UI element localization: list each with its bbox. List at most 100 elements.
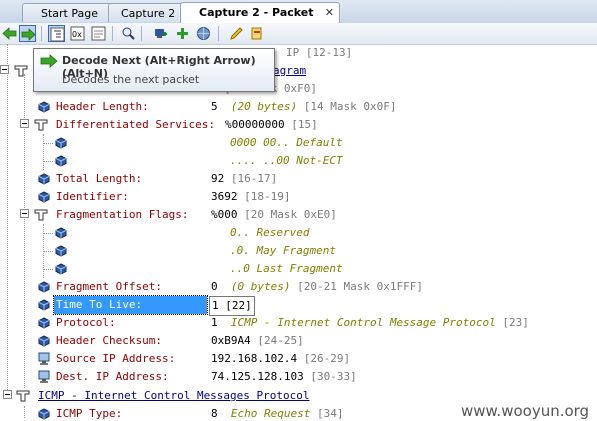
field-cube-icon [55,137,67,149]
toolbar-separator [141,26,142,41]
field-cube-icon [55,263,67,275]
field-label: Header Length: [56,100,149,113]
hex-icon: 0x [70,26,85,41]
field-label: agram [273,64,307,77]
tree-row-ds-ect[interactable]: .... ..00 Not-ECT [0,152,597,170]
tab-start-page[interactable]: Start Page [22,3,114,22]
toolbar: 0x [0,23,597,45]
field-value: 3692 [18-19] [211,190,291,203]
field-cube-icon [55,227,67,239]
tree-line [43,161,53,162]
decode-previous-button[interactable] [1,25,18,42]
field-cube-icon [38,299,50,311]
text-view-icon [91,26,106,41]
network-add-icon [155,29,167,38]
watermark: www.wooyun.org [461,402,590,420]
text-view-button[interactable] [90,25,107,42]
plus-icon [177,28,188,39]
tree-row-ds-default[interactable]: 0000 00.. Default [0,134,597,152]
decode-next-tooltip: Decode Next (Alt+Right Arrow)(Alt+N) Dec… [33,48,275,92]
toolbar-separator [112,26,113,41]
collapse-icon[interactable] [0,65,9,74]
decode-next-button[interactable] [19,25,36,42]
tree-row-identifier[interactable]: Identifier: 3692 [18-19] [0,188,597,206]
add-node-button[interactable] [152,25,169,42]
tab-label: Start Page [41,7,98,20]
tree-row-header-checksum[interactable]: Header Checksum: 0xB9A4 [24-25] [0,332,597,350]
add-peer-button[interactable] [174,25,191,42]
tree-row-fragment-offset[interactable]: Fragment Offset: 0 (0 bytes) [20-21 Mask… [0,278,597,296]
field-cube-icon [38,408,50,420]
field-label: Identifier: [56,190,129,203]
tree-row-total-length[interactable]: Total Length: 92 [16-17] [0,170,597,188]
collapse-icon[interactable] [20,209,29,218]
notes-button[interactable] [248,25,265,42]
tree-row-header-length[interactable]: Header Length: 5 (20 bytes) [14 Mask 0x0… [0,98,597,116]
field-label: ICMP Type: [56,407,123,420]
field-value: 92 [16-17] [211,172,278,185]
flags-group-icon [34,119,48,131]
tree-row-dest-ip[interactable]: Dest. IP Address: 74.125.128.103 [30-33] [0,368,597,386]
protocol-header-icon [14,65,28,77]
tree-line [43,251,53,252]
field-label: Differentiated Services: [56,118,215,131]
toolbar-separator [218,26,219,41]
field-value: IP [12-13] [286,46,353,59]
field-cube-icon [38,317,50,329]
tab-bar: Start Page Capture 2 Capture 2 - Packet … [0,0,597,38]
hex-view-button[interactable]: 0x [69,25,86,42]
field-cube-icon [38,191,50,203]
field-label: Protocol: [56,316,116,329]
svg-text:0x: 0x [72,30,82,39]
arrow-left-icon [2,27,17,40]
find-button[interactable] [120,25,137,42]
tree-row-ff-may-fragment[interactable]: .0. May Fragment [0,242,597,260]
field-label: Dest. IP Address: [56,370,169,383]
tab-capture-2[interactable]: Capture 2 [108,3,186,22]
field-value: 1 ICMP - Internet Control Message Protoc… [211,316,529,329]
tree-view-icon [50,27,65,42]
tree-row-ff-last-fragment[interactable]: ..0 Last Fragment [0,260,597,278]
tree-row-ff-reserved[interactable]: 0.. Reserved [0,224,597,242]
arrow-right-icon [21,28,36,41]
tree-row-source-ip[interactable]: Source IP Address: 192.168.102.4 [26-29] [0,350,597,368]
field-value: %00000000 [15] [225,118,318,131]
field-label: Fragment Offset: [56,280,162,293]
tab-label: Capture 2 [121,7,176,20]
note-icon [251,27,262,40]
field-cube-icon [38,335,50,347]
tree-line [43,269,53,270]
field-value: 74.125.128.103 [30-33] [211,370,357,383]
field-value: 0 (0 bytes) [20-21 Mask 0x1FFF] [211,280,423,293]
collapse-icon[interactable] [3,390,12,399]
field-label: Source IP Address: [56,352,176,365]
computer-icon [38,352,50,365]
field-value: .... ..00 Not-ECT [230,154,343,167]
tree-row-protocol[interactable]: Protocol: 1 ICMP - Internet Control Mess… [0,314,597,332]
tree-row-differentiated-services[interactable]: Differentiated Services: %00000000 [15] [0,116,597,134]
network-button[interactable] [195,25,212,42]
tree-row-fragmentation-flags[interactable]: Fragmentation Flags: %000 [20 Mask 0xE0] [0,206,597,224]
field-label-selected: Time To Live: [53,295,208,315]
tab-packet-22[interactable]: Capture 2 - Packet #22 ✕ [180,2,340,38]
tree-line [43,143,53,144]
magnifier-icon [122,27,135,40]
field-value: 192.168.102.4 [26-29] [211,352,351,365]
close-tab-icon[interactable]: ✕ [325,3,334,22]
field-value: .0. May Fragment [230,244,336,257]
decode-view-button[interactable] [48,25,65,42]
collapse-icon[interactable] [20,119,29,128]
field-value: 0xB9A4 [24-25] [211,334,304,347]
edit-button[interactable] [228,25,245,42]
tooltip-description: Decodes the next packet [62,73,200,86]
flags-group-icon [34,209,48,221]
tree-row-time-to-live[interactable]: Time To Live: 1 [22] [0,295,597,316]
field-cube-icon [55,245,67,257]
field-value: %000 [20 Mask 0xE0] [211,208,337,221]
field-value-selected: 1 [22] [209,296,255,316]
field-value: 8 Echo Request [34] [211,407,344,420]
field-label: Fragmentation Flags: [56,208,189,221]
field-value: ..0 Last Fragment [230,262,343,275]
tree-line [43,233,53,234]
pencil-icon [230,27,243,40]
